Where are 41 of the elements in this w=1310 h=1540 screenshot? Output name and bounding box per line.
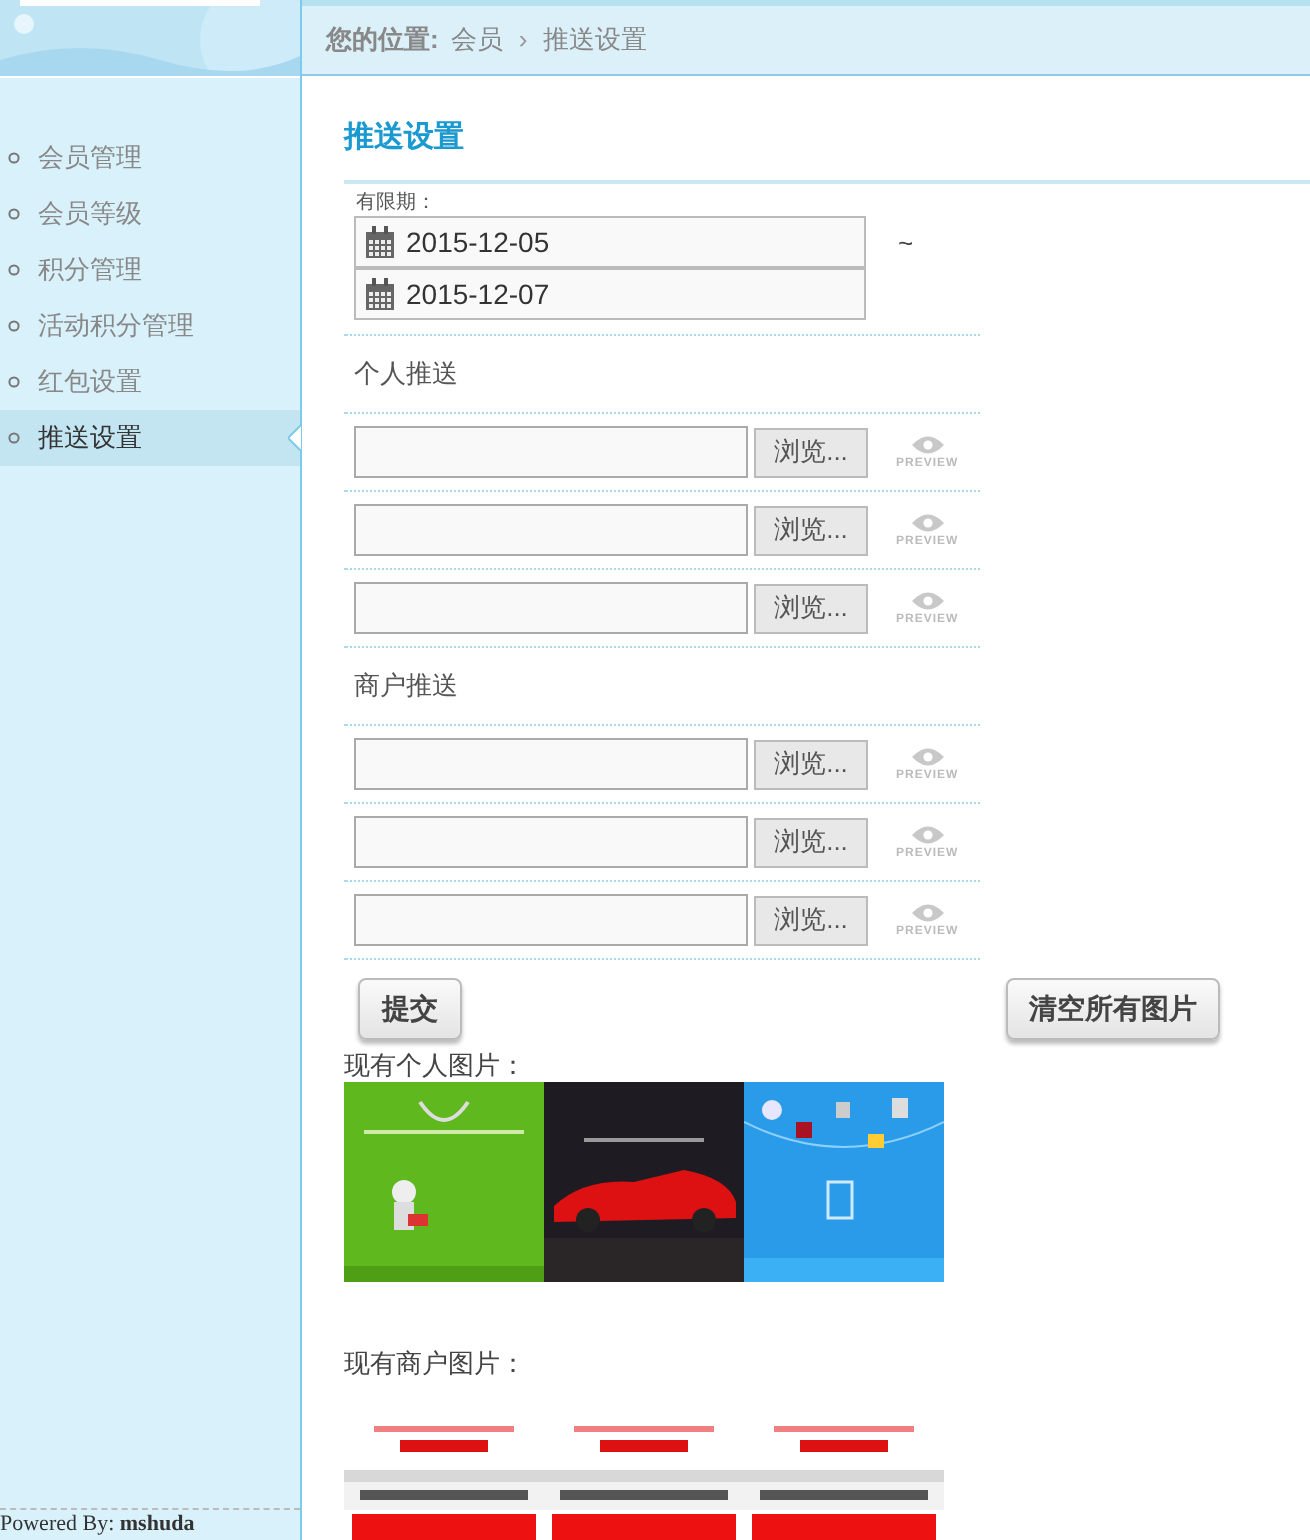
section-title: 商户推送 (354, 668, 458, 705)
gallery-title: 现有个人图片： (344, 1048, 528, 1082)
bullet-icon (8, 152, 20, 164)
range-separator: ~ (898, 226, 914, 262)
browse-button[interactable]: 浏览... (754, 505, 868, 555)
file-path-field[interactable] (354, 504, 748, 556)
breadcrumb-label: 您的位置: (326, 22, 439, 59)
eye-icon[interactable] (911, 433, 944, 455)
bullet-icon (8, 432, 20, 444)
browse-button[interactable]: 浏览... (754, 895, 868, 945)
bullet-icon (8, 264, 20, 276)
bullet-icon (8, 208, 20, 220)
sidebar-item[interactable]: 推送设置 (0, 410, 300, 466)
clear-images-button[interactable]: 清空所有图片 (1006, 978, 1220, 1040)
file-path-field[interactable] (354, 582, 748, 634)
section-title: 个人推送 (354, 356, 458, 393)
gallery-title: 现有商户图片： (344, 1346, 528, 1380)
powered-by-text: Powered By: mshuda (0, 1512, 197, 1538)
browse-button[interactable]: 浏览... (754, 817, 868, 867)
date-field[interactable]: 2015-12-05 (354, 216, 866, 268)
file-path-field[interactable] (354, 738, 748, 790)
browse-button[interactable]: 浏览... (754, 427, 868, 477)
calendar-icon (364, 277, 396, 311)
eye-icon[interactable] (911, 745, 944, 767)
bullet-icon (8, 376, 20, 388)
validity-label: 有限期： (354, 189, 438, 216)
calendar-icon (364, 225, 396, 259)
eye-icon[interactable] (911, 901, 944, 923)
file-path-field[interactable] (354, 426, 748, 478)
eye-icon[interactable] (911, 511, 944, 533)
breadcrumb-separator: › (516, 22, 530, 59)
browse-button[interactable]: 浏览... (754, 583, 868, 633)
eye-icon[interactable] (911, 589, 944, 611)
submit-button[interactable]: 提交 (358, 978, 462, 1040)
eye-icon[interactable] (911, 823, 944, 845)
page-title: 推送设置 (344, 117, 464, 157)
file-path-field[interactable] (354, 816, 748, 868)
browse-button[interactable]: 浏览... (754, 739, 868, 789)
file-path-field[interactable] (354, 894, 748, 946)
bullet-icon (8, 320, 20, 332)
date-field[interactable]: 2015-12-07 (354, 268, 866, 320)
